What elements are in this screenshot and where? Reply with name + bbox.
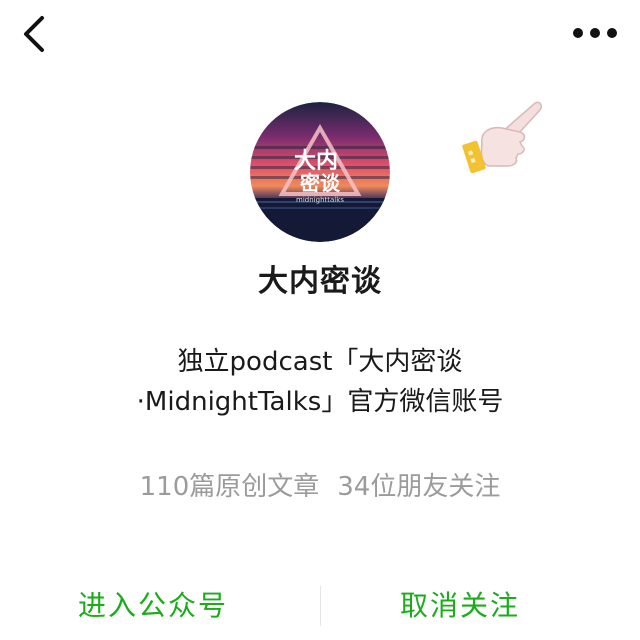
article-count: 110篇原创文章 xyxy=(139,472,320,502)
avatar-logo-caption: midnighttalks xyxy=(296,196,344,204)
back-button[interactable] xyxy=(14,12,58,56)
avatar-logo-text-sub: 密谈 xyxy=(300,171,341,195)
description-line-1: 独立podcast「大内密谈 xyxy=(177,347,463,377)
account-avatar[interactable]: 大内 密谈 midnighttalks xyxy=(250,102,390,242)
action-divider xyxy=(320,586,321,626)
account-stats: 110篇原创文章 34位朋友关注 xyxy=(0,466,640,503)
chevron-left-icon xyxy=(24,16,44,52)
description-line-2: ·MidnightTalks」官方微信账号 xyxy=(136,387,504,417)
friend-follower-count: 34位朋友关注 xyxy=(337,472,501,502)
account-name: 大内密谈 xyxy=(258,264,382,299)
more-dots-icon xyxy=(573,28,617,38)
account-profile-page: 大内 密谈 midnighttalks 大内密谈 独立podcast「大内密谈 … xyxy=(0,0,640,640)
action-bar: 进入公众号 取消关注 xyxy=(0,576,640,636)
enter-account-button[interactable]: 进入公众号 xyxy=(78,576,228,636)
unfollow-button[interactable]: 取消关注 xyxy=(400,576,520,636)
account-description: 独立podcast「大内密谈 ·MidnightTalks」官方微信账号 xyxy=(100,342,540,422)
more-button[interactable] xyxy=(570,18,620,48)
pointing-hand-icon xyxy=(460,92,550,182)
